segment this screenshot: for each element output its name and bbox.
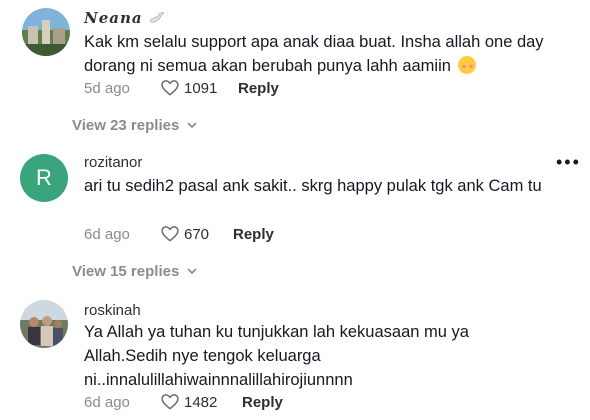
comment-meta: 6d ago 1482 Reply	[84, 394, 564, 416]
timestamp: 5d ago	[84, 80, 130, 97]
comment-meta: 5d ago 1091 Reply	[84, 80, 564, 102]
reply-button[interactable]: Reply	[238, 80, 279, 97]
timestamp: 6d ago	[84, 394, 130, 411]
avatar[interactable]	[20, 300, 68, 348]
avatar[interactable]: R	[20, 154, 68, 202]
comment-text: Kak km selalu support apa anak diaa buat…	[84, 33, 544, 75]
comment-item: 𝑵𝒆𝒂𝒏𝒂 Kak km selalu support apa anak dia…	[0, 0, 590, 140]
heart-outline-icon[interactable]	[160, 78, 180, 102]
reply-button[interactable]: Reply	[242, 394, 283, 411]
like-count: 1482	[184, 394, 218, 411]
username[interactable]: roskinah	[84, 302, 141, 319]
comment-text: Ya Allah ya tuhan ku tunjukkan lah kekua…	[84, 323, 469, 389]
dove-icon	[149, 11, 165, 29]
timestamp: 6d ago	[84, 226, 130, 243]
comment-text: ari tu sedih2 pasal ank sakit.. skrg hap…	[84, 177, 542, 195]
view-replies-button[interactable]: View 15 replies	[72, 262, 198, 280]
chevron-down-icon	[187, 116, 198, 133]
like-count: 1091	[184, 80, 218, 97]
view-replies-button[interactable]: View 23 replies	[72, 116, 198, 134]
heart-outline-icon[interactable]	[160, 224, 180, 248]
comment-item: roskinah Ya Allah ya tuhan ku tunjukkan …	[0, 296, 590, 420]
avatar[interactable]	[22, 8, 70, 56]
heart-outline-icon[interactable]	[160, 392, 180, 416]
like-count: 670	[184, 226, 210, 243]
comment-meta: 6d ago 670 Reply	[84, 226, 564, 248]
smiling-face-with-hearts-emoji	[457, 56, 476, 74]
reply-button[interactable]: Reply	[233, 226, 274, 243]
comment-item: R rozitanor ••• ari tu sedih2 pasal ank …	[0, 148, 590, 288]
username[interactable]: rozitanor	[84, 154, 142, 171]
username[interactable]: 𝑵𝒆𝒂𝒏𝒂	[84, 9, 165, 29]
chevron-down-icon	[187, 262, 198, 279]
more-options-icon[interactable]: •••	[556, 152, 581, 173]
